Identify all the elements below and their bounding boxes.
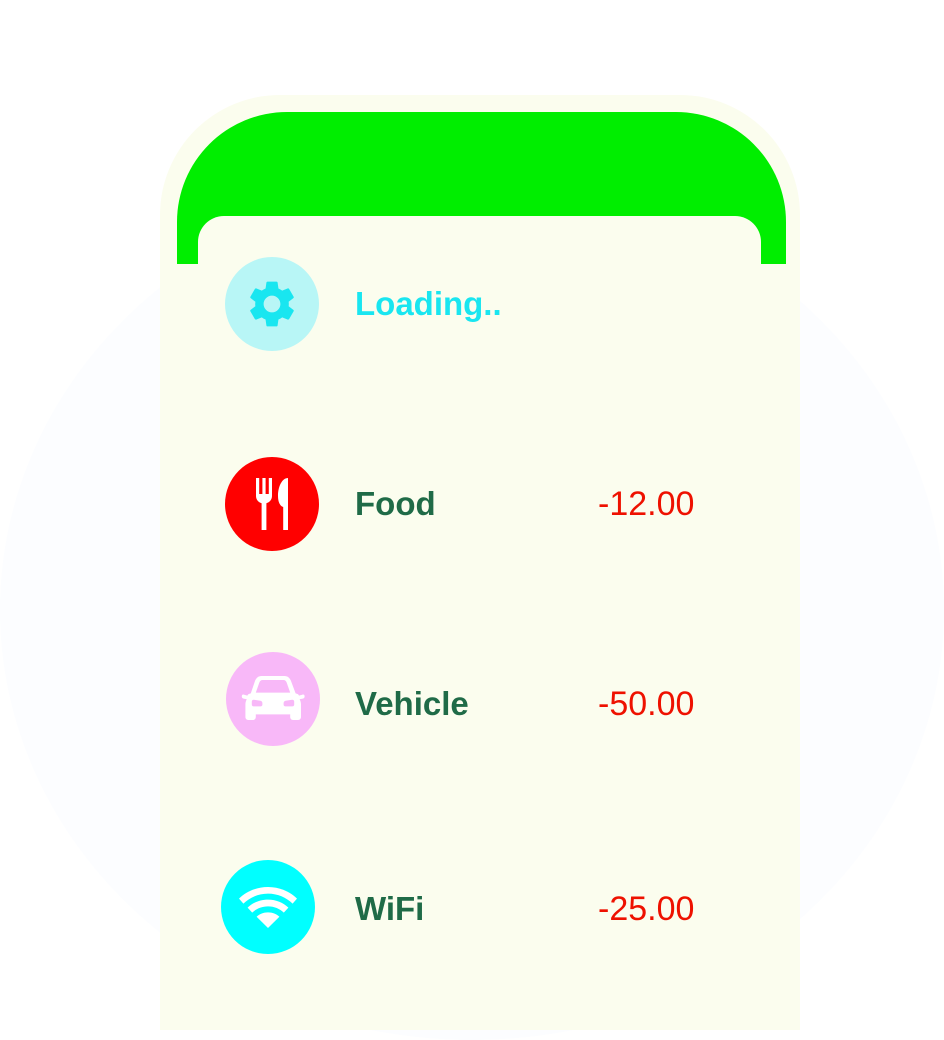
item-label: WiFi (355, 890, 425, 927)
list-item-wifi[interactable]: WiFi -25.00 (0, 858, 944, 958)
item-amount: -12.00 (598, 485, 695, 523)
item-amount: -50.00 (598, 685, 695, 723)
item-label: Vehicle (355, 685, 469, 722)
item-label: Food (355, 485, 436, 522)
gear-icon (225, 257, 319, 351)
list-item-food[interactable]: Food -12.00 (0, 455, 944, 555)
item-label: Loading.. (355, 285, 502, 322)
list-item-vehicle[interactable]: Vehicle -50.00 (0, 652, 944, 752)
item-amount: -25.00 (598, 890, 695, 928)
app-screen: Loading.. Food -12.00 Vehicle -50.00 WiF… (0, 0, 944, 1040)
fork-knife-icon (225, 457, 319, 551)
list-item-loading[interactable]: Loading.. (0, 255, 944, 355)
wifi-icon (221, 860, 315, 954)
car-icon (226, 652, 320, 746)
